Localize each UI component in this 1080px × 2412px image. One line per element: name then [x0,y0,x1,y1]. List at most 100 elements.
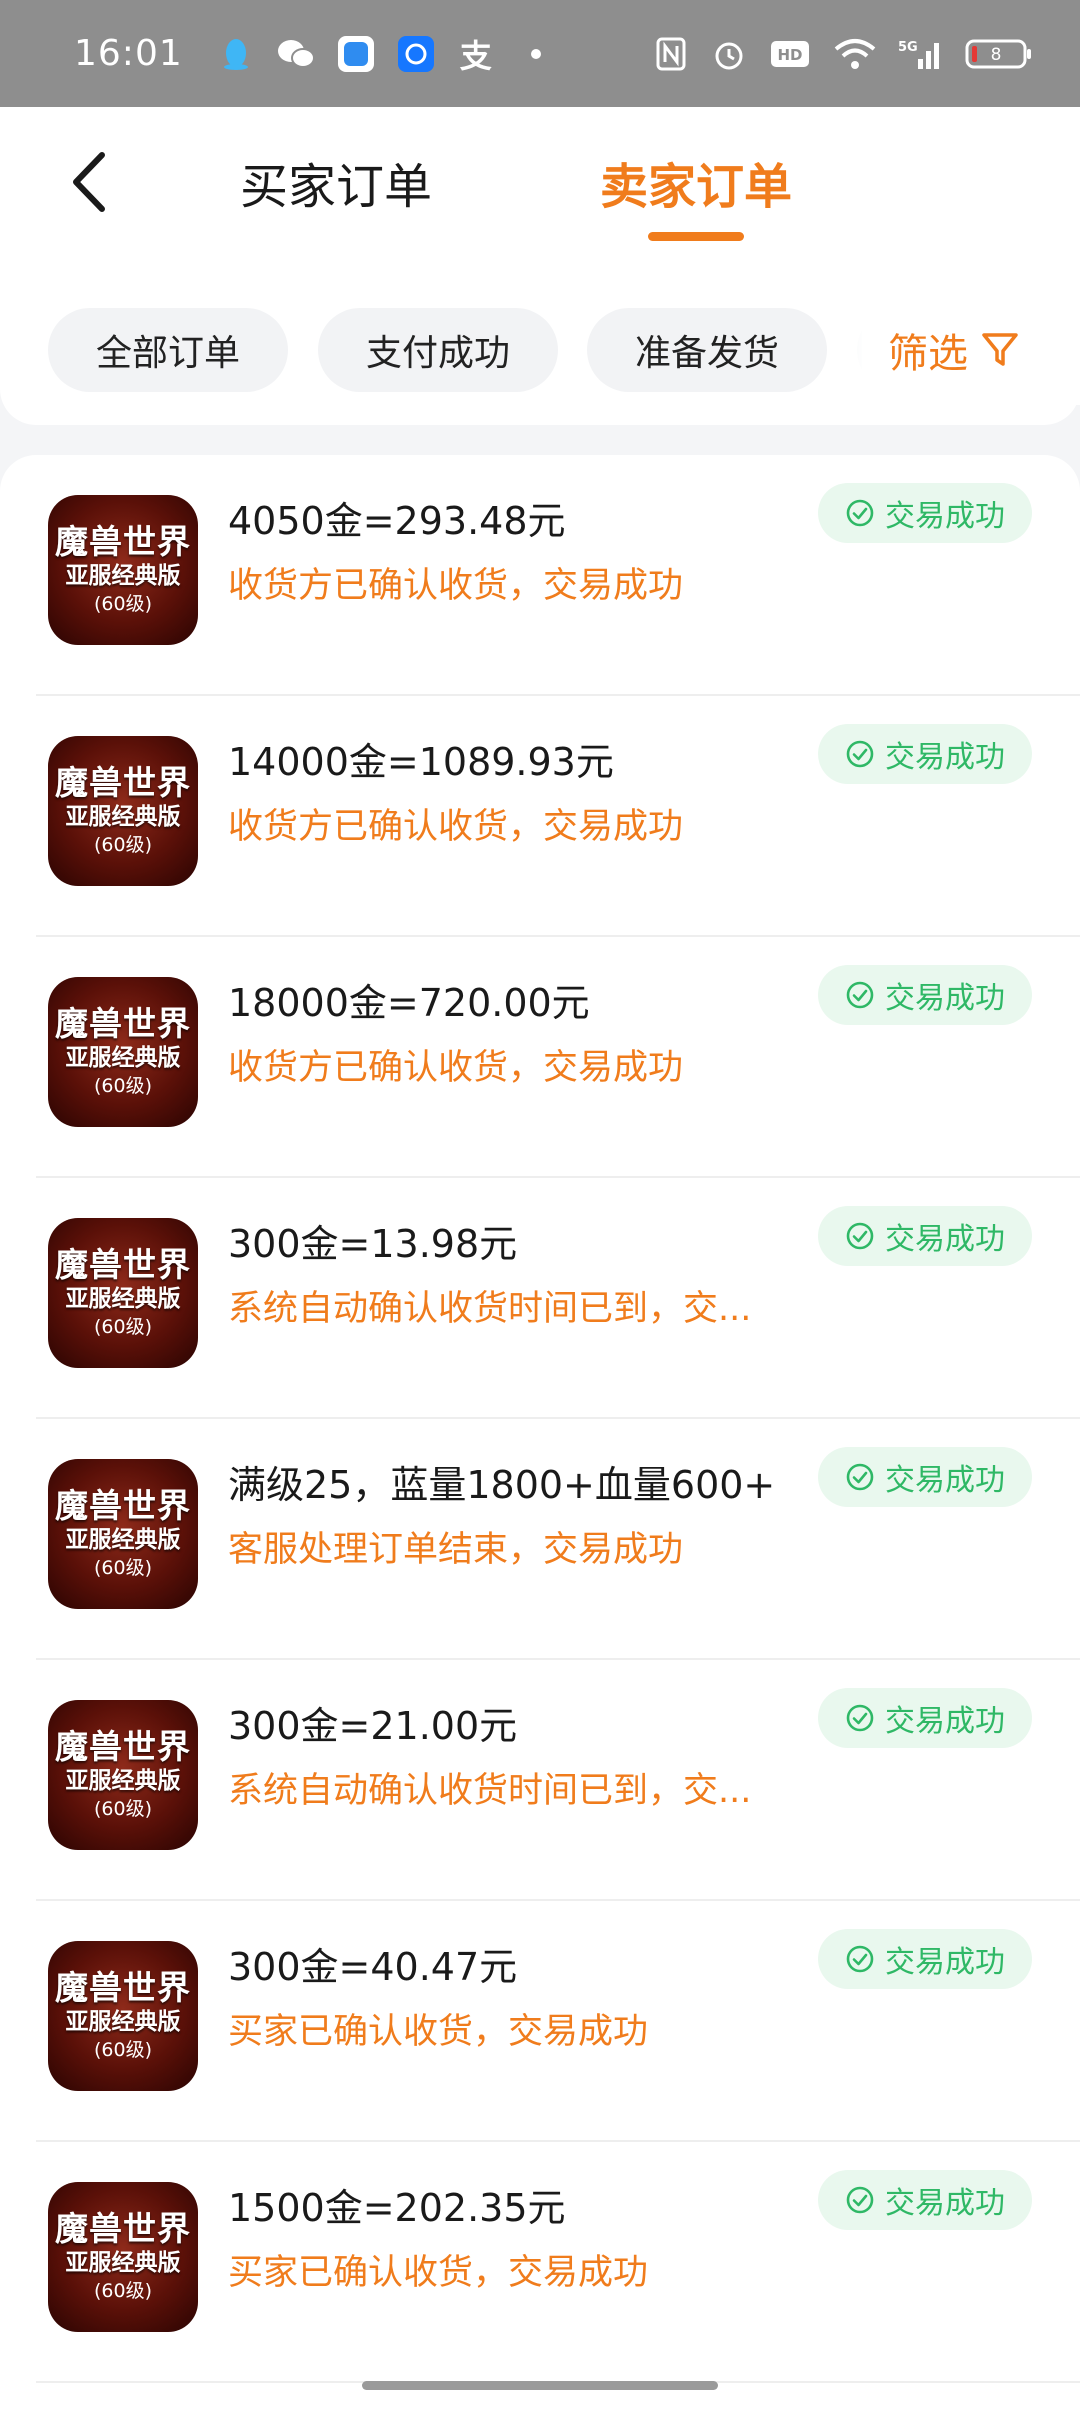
order-status-text: 买家已确认收货，交易成功 [228,2012,649,2052]
check-circle-icon [845,1944,875,1974]
status-badge-label: 交易成功 [885,2186,1005,2221]
more-dot-icon [517,35,555,73]
filter-bar: 全部订单 支付成功 准备发货 筛选 [0,255,1080,425]
order-row[interactable]: 魔兽世界 亚服经典版 (60级) 300金=40.47元 买家已确认收货，交易成… [0,1901,1080,2142]
thumbnail-subtitle: 亚服经典版 [65,1527,181,1553]
game-thumbnail: 魔兽世界 亚服经典版 (60级) [48,495,198,645]
thumbnail-level: (60级) [93,1798,152,1820]
thumbnail-subtitle: 亚服经典版 [65,2250,181,2276]
thumbnail-level: (60级) [93,2039,152,2061]
game-thumbnail: 魔兽世界 亚服经典版 (60级) [48,977,198,1127]
thumbnail-level: (60级) [93,2280,152,2302]
svg-text:5G: 5G [898,40,918,55]
status-badge-label: 交易成功 [885,499,1005,534]
filter-label: 筛选 [888,331,968,377]
status-bar: 16:01 支 HD 5G 8 [0,0,1080,107]
thumbnail-subtitle: 亚服经典版 [65,563,181,589]
active-tab-indicator [648,232,744,241]
order-row[interactable]: 魔兽世界 亚服经典版 (60级) 4050金=293.48元 收货方已确认收货，… [0,455,1080,696]
wechat-icon [277,35,315,73]
back-button[interactable] [60,147,120,217]
status-badge: 交易成功 [818,2170,1032,2230]
status-badge: 交易成功 [818,1929,1032,1989]
status-time: 16:01 [74,33,183,74]
order-title: 14000金=1089.93元 [228,740,614,784]
app-icon-blue [337,35,375,73]
status-badge: 交易成功 [818,483,1032,543]
funnel-icon [980,330,1020,370]
order-row[interactable]: 魔兽世界 亚服经典版 (60级) 14000金=1089.93元 收货方已确认收… [0,696,1080,937]
order-status-text: 收货方已确认收货，交易成功 [228,1048,684,1088]
check-circle-icon [845,1462,875,1492]
order-title: 满级25，蓝量1800+血量600+ [228,1463,776,1507]
thumbnail-subtitle: 亚服经典版 [65,1286,181,1312]
tab-buyer-orders[interactable]: 买家订单 [240,157,432,217]
order-row[interactable]: 魔兽世界 亚服经典版 (60级) 300金=21.00元 系统自动确认收货时间已… [0,1660,1080,1901]
thumbnail-title: 魔兽世界 [55,1245,191,1284]
status-badge-label: 交易成功 [885,981,1005,1016]
filter-button[interactable]: 筛选 [862,295,1080,405]
status-notification-icons: 支 [217,35,555,75]
alarm-icon [710,35,748,73]
alipay-icon: 支 [459,36,492,75]
status-badge-label: 交易成功 [885,1704,1005,1739]
order-title: 300金=21.00元 [228,1704,518,1748]
order-status-text: 收货方已确认收货，交易成功 [228,807,684,847]
status-badge: 交易成功 [818,724,1032,784]
order-status-text: 收货方已确认收货，交易成功 [228,566,684,606]
status-badge-label: 交易成功 [885,1945,1005,1980]
order-title: 300金=40.47元 [228,1945,518,1989]
thumbnail-level: (60级) [93,834,152,856]
thumbnail-level: (60级) [93,593,152,615]
thumbnail-subtitle: 亚服经典版 [65,1045,181,1071]
status-badge: 交易成功 [818,965,1032,1025]
svg-text:8: 8 [991,45,1002,65]
order-row[interactable]: 魔兽世界 亚服经典版 (60级) 满级25，蓝量1800+血量600+ 客服处理… [0,1419,1080,1660]
at-app-icon [397,35,435,73]
order-list: 魔兽世界 亚服经典版 (60级) 4050金=293.48元 收货方已确认收货，… [0,455,1080,2412]
thumbnail-title: 魔兽世界 [55,1727,191,1766]
thumbnail-subtitle: 亚服经典版 [65,1768,181,1794]
status-badge-label: 交易成功 [885,740,1005,775]
status-system-icons: HD 5G 8 [652,35,1034,73]
filter-chip-all-orders[interactable]: 全部订单 [48,308,288,392]
order-title: 300金=13.98元 [228,1222,518,1266]
check-circle-icon [845,980,875,1010]
check-circle-icon [845,1221,875,1251]
thumbnail-title: 魔兽世界 [55,522,191,561]
status-badge: 交易成功 [818,1206,1032,1266]
filter-chip-preparing-shipment[interactable]: 准备发货 [587,308,827,392]
order-title: 4050金=293.48元 [228,499,566,543]
order-title: 18000金=720.00元 [228,981,590,1025]
order-row[interactable]: 魔兽世界 亚服经典版 (60级) 18000金=720.00元 收货方已确认收货… [0,937,1080,1178]
chevron-left-icon [73,152,105,212]
battery-icon: 8 [964,35,1034,73]
thumbnail-level: (60级) [93,1557,152,1579]
svg-text:HD: HD [777,46,802,64]
header: 买家订单 卖家订单 [0,107,1080,255]
nfc-icon [652,35,690,73]
qq-icon [217,35,255,73]
order-row[interactable]: 魔兽世界 亚服经典版 (60级) 1500金=202.35元 买家已确认收货，交… [0,2142,1080,2383]
game-thumbnail: 魔兽世界 亚服经典版 (60级) [48,736,198,886]
wifi-icon [832,35,878,73]
status-badge: 交易成功 [818,1688,1032,1748]
tab-seller-orders[interactable]: 卖家订单 [600,157,792,217]
check-circle-icon [845,1703,875,1733]
thumbnail-title: 魔兽世界 [55,1486,191,1525]
check-circle-icon [845,498,875,528]
filter-chip-payment-success[interactable]: 支付成功 [318,308,558,392]
order-title: 1500金=202.35元 [228,2186,566,2230]
status-badge: 交易成功 [818,1447,1032,1507]
order-status-text: 客服处理订单结束，交易成功 [228,1530,684,1570]
game-thumbnail: 魔兽世界 亚服经典版 (60级) [48,1459,198,1609]
thumbnail-level: (60级) [93,1075,152,1097]
order-status-text: 系统自动确认收货时间已到，交... [228,1771,752,1811]
game-thumbnail: 魔兽世界 亚服经典版 (60级) [48,1700,198,1850]
thumbnail-title: 魔兽世界 [55,763,191,802]
game-thumbnail: 魔兽世界 亚服经典版 (60级) [48,1218,198,1368]
order-row[interactable]: 魔兽世界 亚服经典版 (60级) 300金=13.98元 系统自动确认收货时间已… [0,1178,1080,1419]
home-indicator[interactable] [362,2381,718,2390]
thumbnail-title: 魔兽世界 [55,2209,191,2248]
thumbnail-subtitle: 亚服经典版 [65,804,181,830]
